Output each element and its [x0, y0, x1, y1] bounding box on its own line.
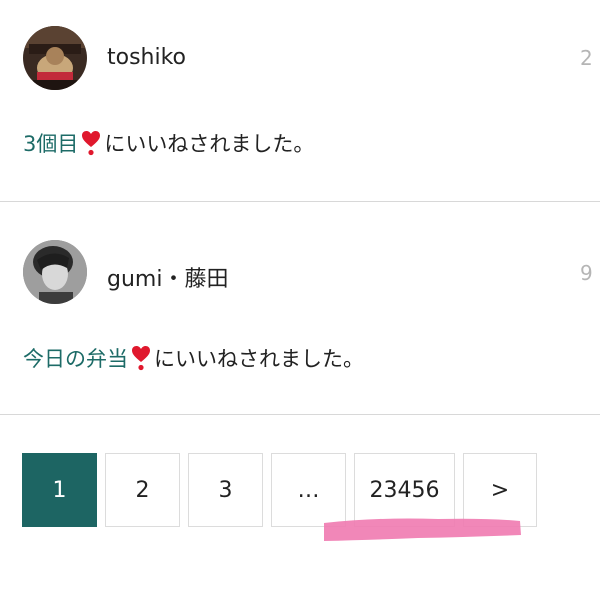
page-button-2[interactable]: 2 — [105, 453, 180, 527]
post-link[interactable]: 今日の弁当 — [23, 343, 128, 373]
post-link[interactable]: 3個目 — [23, 128, 78, 158]
avatar[interactable] — [23, 240, 87, 304]
timestamp: 2 — [580, 46, 593, 70]
page-button-3[interactable]: 3 — [188, 453, 263, 527]
heart-exclamation-icon — [81, 130, 101, 156]
username[interactable]: gumi・藤田 — [107, 261, 228, 293]
avatar-image — [23, 240, 87, 304]
highlighter-mark — [324, 518, 521, 541]
divider — [0, 201, 600, 202]
message-text: にいいねされました。 — [154, 347, 364, 371]
notification-message: 今日の弁当 にいいねされました。 — [23, 343, 364, 373]
timestamp: 9 — [580, 261, 593, 285]
page-button-1[interactable]: 1 — [22, 453, 97, 527]
notification-item[interactable]: toshiko 2 3個目 にいいねされました。 — [0, 0, 600, 202]
avatar[interactable] — [23, 26, 87, 90]
username[interactable]: toshiko — [107, 45, 186, 70]
message-text: にいいねされました。 — [104, 132, 315, 156]
avatar-image — [23, 26, 87, 90]
notification-item[interactable]: gumi・藤田 9 今日の弁当 にいいねされました。 — [0, 203, 600, 415]
heart-exclamation-icon — [131, 345, 151, 371]
divider — [0, 414, 600, 415]
notification-message: 3個目 にいいねされました。 — [23, 128, 314, 158]
